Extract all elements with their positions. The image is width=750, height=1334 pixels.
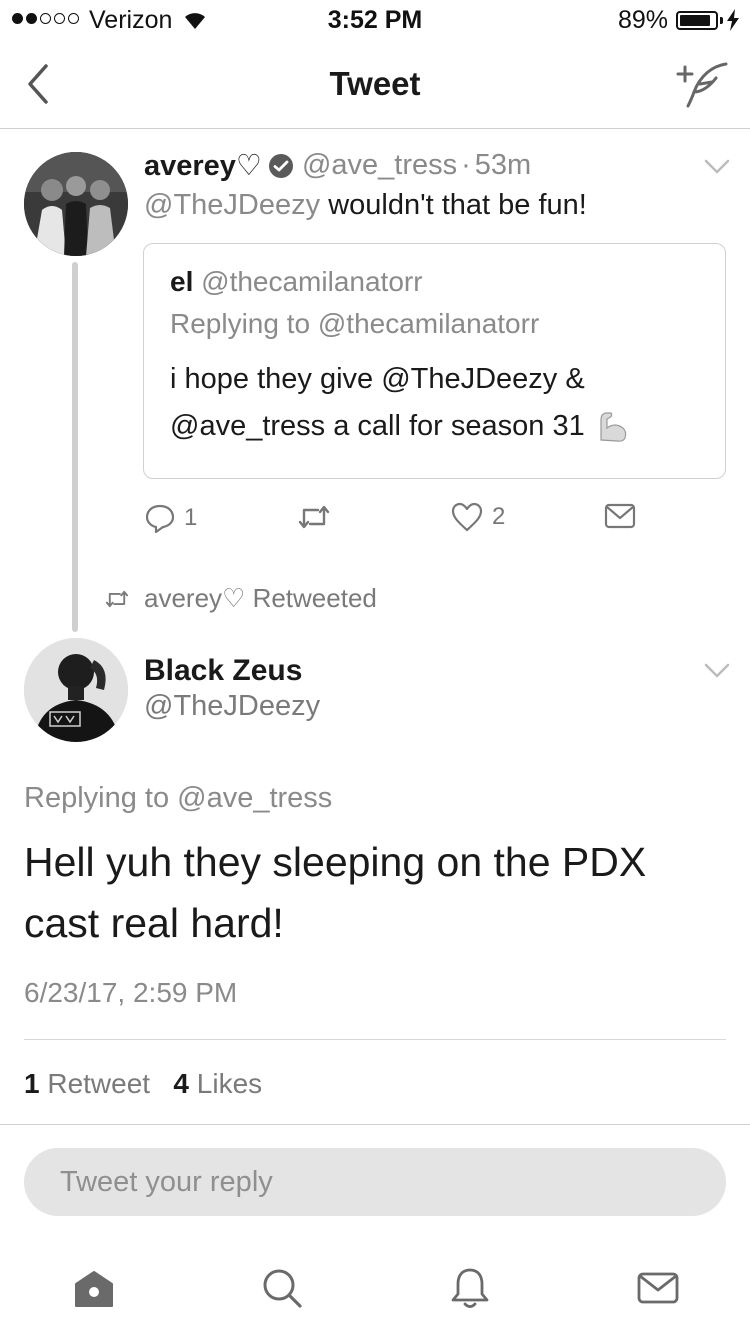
direct-message-action[interactable]	[604, 502, 636, 530]
chevron-down-icon[interactable]	[703, 662, 731, 680]
battery-icon	[676, 11, 718, 30]
avatar[interactable]	[24, 152, 128, 256]
reply-composer[interactable]	[24, 1148, 726, 1216]
quoted-replying-to: Replying to @thecamilanatorr	[170, 308, 540, 339]
divider	[24, 1039, 726, 1040]
verified-badge-icon	[268, 153, 293, 178]
like-action[interactable]: 2	[450, 502, 505, 532]
search-icon[interactable]	[258, 1264, 306, 1312]
thread-connector-line	[72, 262, 78, 632]
heart-icon	[451, 502, 483, 532]
quoted-tweet-text: i hope they give @TheJDeezy & @ave_tress…	[170, 356, 710, 450]
flexed-biceps-emoji-icon	[600, 412, 626, 443]
home-icon[interactable]	[70, 1264, 118, 1312]
battery-percent: 89%	[618, 6, 669, 34]
author-name[interactable]: averey♡	[144, 148, 262, 183]
reply-input[interactable]	[60, 1148, 680, 1216]
author-name[interactable]: Black Zeus	[144, 654, 302, 688]
mention-link[interactable]: @TheJDeezy	[144, 189, 320, 221]
like-count: 2	[492, 503, 506, 530]
reply-icon	[145, 504, 175, 534]
quoted-tweet[interactable]: el @thecamilanatorr Replying to @thecami…	[143, 243, 726, 479]
retweet-action[interactable]	[296, 502, 340, 532]
notifications-icon[interactable]	[446, 1264, 494, 1312]
retweet-icon	[298, 505, 330, 529]
chevron-down-icon[interactable]	[703, 158, 731, 176]
meta-separator: ·	[461, 149, 471, 181]
tweet-body: wouldn't that be fun!	[328, 189, 587, 221]
tweet-age: 53m	[474, 149, 532, 181]
quoted-text-content: i hope they give @TheJDeezy & @ave_tress…	[170, 363, 585, 442]
replying-to-label[interactable]: Replying to @ave_tress	[24, 782, 332, 815]
author-handle[interactable]: @ave_tress	[302, 149, 457, 182]
messages-icon[interactable]	[634, 1264, 682, 1312]
retweet-total: 1	[24, 1068, 40, 1099]
compose-tweet-icon[interactable]	[672, 58, 732, 110]
like-total-label: Likes	[196, 1068, 263, 1099]
reply-action[interactable]: 1	[144, 502, 197, 534]
tab-bar	[0, 1248, 750, 1334]
retweet-total-label: Retweet	[47, 1068, 151, 1099]
quoted-author: el @thecamilanatorr	[170, 266, 423, 298]
charging-bolt-icon	[727, 9, 739, 31]
like-total: 4	[173, 1068, 189, 1099]
author-handle[interactable]: @TheJDeezy	[144, 690, 320, 723]
avatar[interactable]	[24, 638, 128, 742]
quoted-author-handle: @thecamilanatorr	[201, 266, 423, 297]
tweet-text: @TheJDeezy wouldn't that be fun!	[144, 189, 587, 222]
retweeted-by-text: averey♡ Retweeted	[144, 583, 377, 613]
envelope-icon	[604, 503, 636, 529]
tweet-timestamp: 6/23/17, 2:59 PM	[24, 977, 238, 1008]
retweeted-context: averey♡ Retweeted	[104, 583, 377, 614]
divider	[0, 1124, 750, 1125]
retweet-icon	[105, 590, 129, 607]
status-bar: Verizon 3:52 PM 89%	[0, 0, 750, 40]
tweet-actions: 1 2	[144, 502, 644, 538]
tweet-stats[interactable]: 1 Retweet 4 Likes	[24, 1068, 262, 1100]
battery-tip	[720, 17, 723, 24]
page-title: Tweet	[329, 65, 421, 102]
quoted-author-name: el	[170, 266, 194, 297]
tweet-header: averey♡ @ave_tress · 53m	[144, 148, 531, 183]
tweet-text: Hell yuh they sleeping on the PDX cast r…	[24, 839, 647, 946]
reply-count: 1	[184, 504, 198, 531]
navigation-bar: Tweet	[0, 40, 750, 129]
